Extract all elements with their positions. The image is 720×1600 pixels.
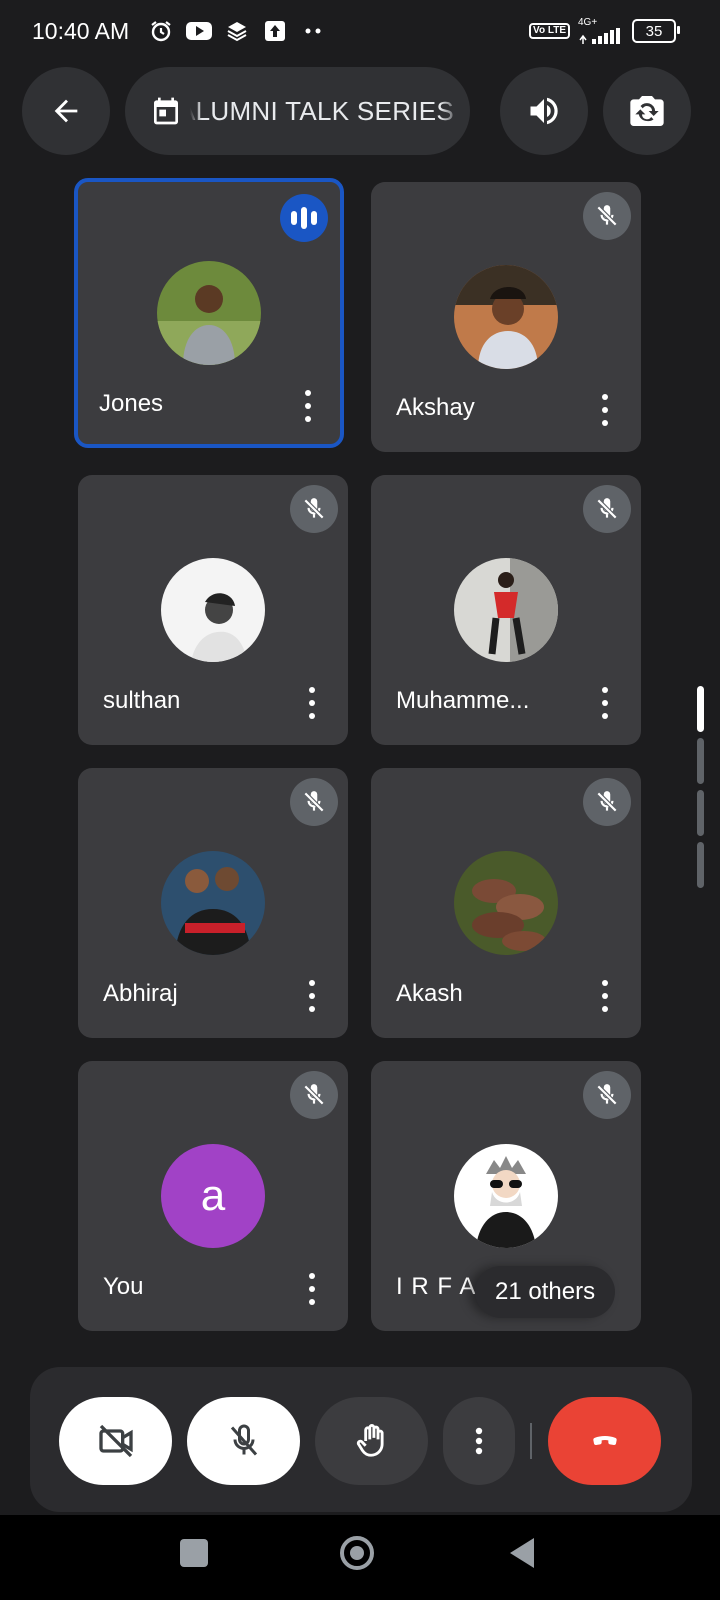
system-status: Vo LTE 4G+ 35 <box>529 18 680 44</box>
mic-off-icon <box>583 485 631 533</box>
battery-indicator: 35 <box>632 19 680 43</box>
network-type: 4G+ <box>578 17 598 28</box>
participant-tile[interactable]: Abhiraj <box>78 768 348 1038</box>
more-dots-icon <box>300 18 326 44</box>
back-button[interactable] <box>22 67 110 155</box>
mic-off-icon <box>290 1071 338 1119</box>
mic-off-icon <box>583 778 631 826</box>
status-bar: 10:40 AM Vo LTE 4G+ 35 <box>0 0 720 64</box>
participant-name: Akshay <box>396 394 475 421</box>
back-triangle-icon[interactable] <box>508 1536 536 1570</box>
clock: 10:40 AM <box>32 18 130 44</box>
avatar <box>161 558 265 662</box>
participant-tile[interactable]: Akash <box>371 768 641 1038</box>
hand-icon <box>356 1424 384 1457</box>
more-options-icon[interactable] <box>298 390 318 422</box>
switch-camera-icon <box>630 96 664 126</box>
participant-name: You <box>103 1273 144 1300</box>
speaking-indicator-icon <box>280 194 328 242</box>
avatar <box>454 851 558 955</box>
participant-name: sulthan <box>103 687 181 714</box>
participant-tile[interactable]: I R F A D 21 others <box>371 1061 641 1331</box>
participant-tile[interactable]: sulthan <box>78 475 348 745</box>
more-options-icon[interactable] <box>302 980 322 1012</box>
avatar: a <box>161 1144 265 1248</box>
participant-name: Abhiraj <box>103 980 178 1007</box>
signal-indicator: 4G+ <box>578 18 624 44</box>
more-options-icon[interactable] <box>595 394 615 426</box>
signal-bars-icon <box>579 28 620 44</box>
upload-icon <box>262 18 288 44</box>
avatar <box>454 1144 558 1248</box>
more-vert-icon <box>475 1427 483 1455</box>
calendar-icon <box>154 97 178 125</box>
arrow-back-icon <box>54 99 78 123</box>
avatar <box>454 265 558 369</box>
scroll-indicator-active <box>697 686 704 732</box>
avatar <box>454 558 558 662</box>
participant-tile-self[interactable]: a You <box>78 1061 348 1331</box>
home-circle-icon[interactable] <box>340 1536 374 1570</box>
meeting-title: ALUMNI TALK SERIES <box>190 95 455 126</box>
divider <box>530 1423 532 1459</box>
participant-tile[interactable]: Jones <box>74 178 344 448</box>
participant-name: Akash <box>396 980 463 1007</box>
more-options-icon[interactable] <box>595 980 615 1012</box>
participant-name: Muhamme... <box>396 687 530 714</box>
raise-hand-button[interactable] <box>315 1397 428 1485</box>
mic-off-icon <box>583 192 631 240</box>
participant-name: Jones <box>99 390 164 417</box>
avatar <box>157 261 261 365</box>
mic-toggle-button[interactable] <box>187 1397 300 1485</box>
mic-off-icon <box>290 485 338 533</box>
camera-off-icon <box>98 1424 133 1458</box>
scroll-indicator <box>697 738 704 784</box>
recents-square-icon[interactable] <box>180 1539 208 1567</box>
camera-toggle-button[interactable] <box>59 1397 172 1485</box>
youtube-icon <box>186 18 212 44</box>
meeting-title-button[interactable]: ALUMNI TALK SERIES <box>125 67 470 155</box>
layers-icon <box>224 18 250 44</box>
more-options-icon[interactable] <box>595 687 615 719</box>
scroll-indicator <box>697 790 704 836</box>
participant-tile[interactable]: Muhamme... <box>371 475 641 745</box>
more-options-icon[interactable] <box>302 687 322 719</box>
scroll-indicator <box>697 842 704 888</box>
others-count-button[interactable]: 21 others <box>475 1266 616 1318</box>
notification-icons <box>148 18 326 44</box>
volte-badge: Vo LTE <box>529 23 570 39</box>
alarm-icon <box>148 18 174 44</box>
audio-output-button[interactable] <box>500 67 588 155</box>
switch-camera-button[interactable] <box>603 67 691 155</box>
participant-tile[interactable]: Akshay <box>371 182 641 452</box>
call-controls-bar <box>30 1367 692 1512</box>
end-call-button[interactable] <box>548 1397 661 1485</box>
end-call-icon <box>592 1436 617 1446</box>
mic-off-icon <box>583 1071 631 1119</box>
avatar <box>161 851 265 955</box>
speaker-icon <box>530 97 558 125</box>
mic-off-icon <box>230 1424 257 1456</box>
more-options-button[interactable] <box>443 1397 515 1485</box>
mic-off-icon <box>290 778 338 826</box>
navigation-bar <box>0 1515 720 1600</box>
more-options-icon[interactable] <box>302 1273 322 1305</box>
